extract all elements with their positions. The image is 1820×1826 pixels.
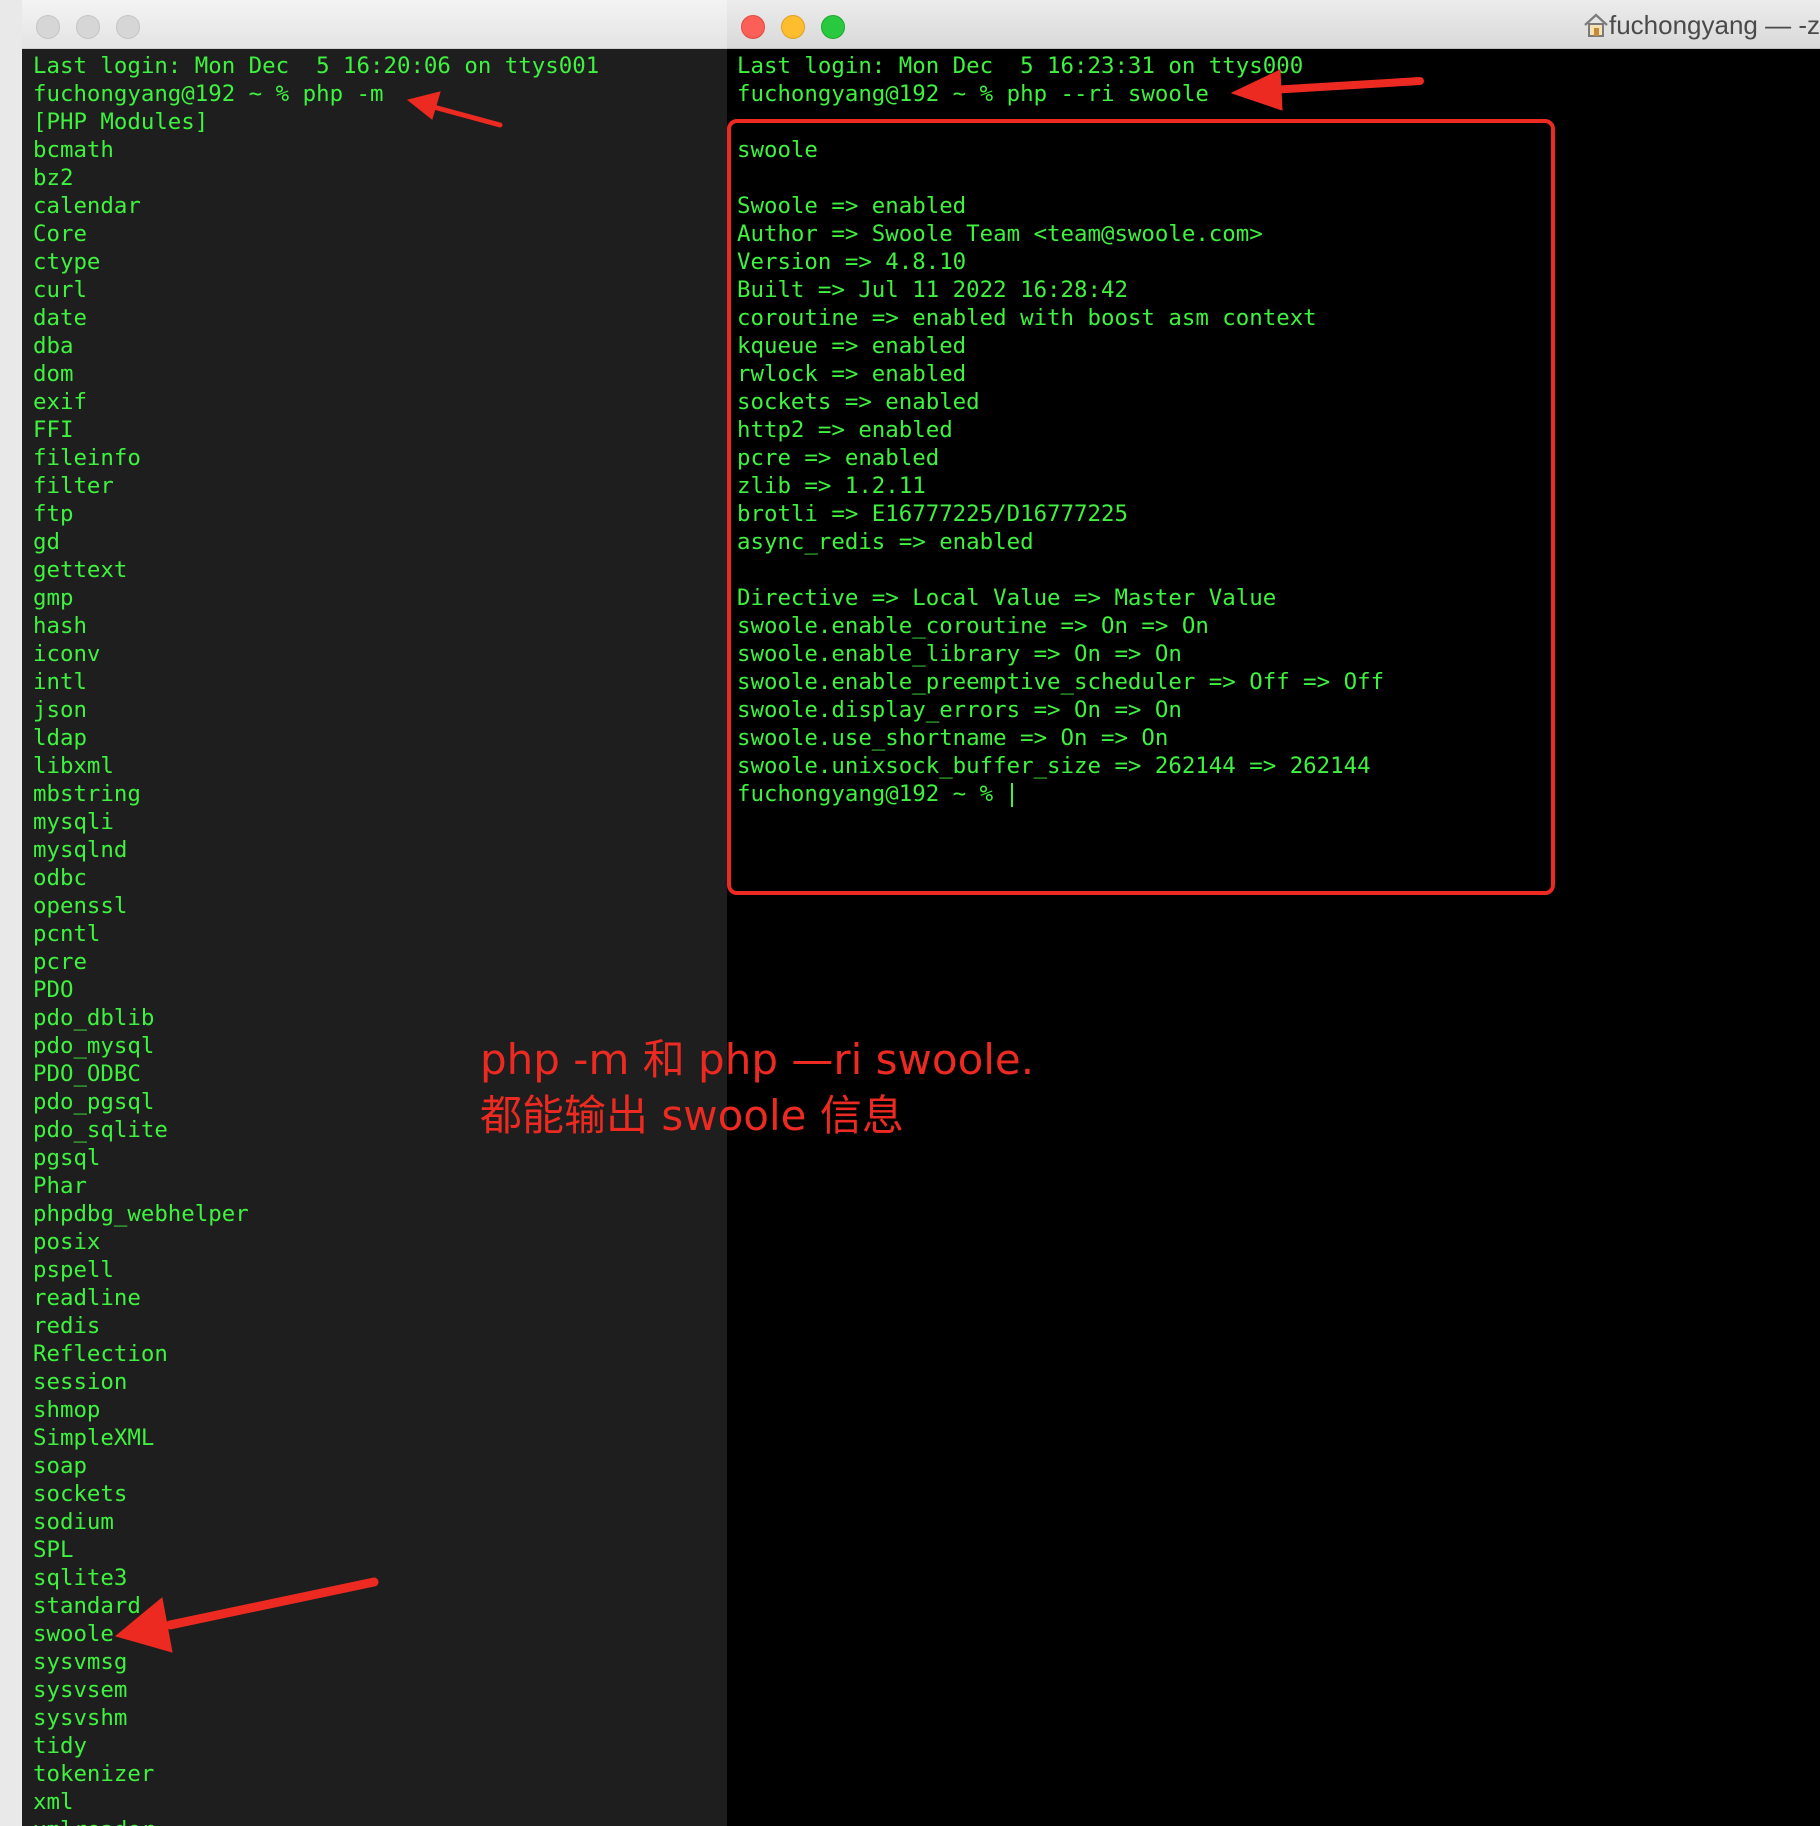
annotation-arrows [114,69,1424,1653]
arrow-icon [406,91,503,128]
annotation-line-2: 都能输出 swoole 信息 [480,1091,904,1140]
arrow-icon [114,1577,379,1653]
annotation-note: php -m 和 php —ri swoole. 都能输出 swoole 信息 [480,1032,1034,1144]
arrow-icon [1230,69,1424,111]
annotation-line-1: php -m 和 php —ri swoole. [480,1035,1035,1084]
